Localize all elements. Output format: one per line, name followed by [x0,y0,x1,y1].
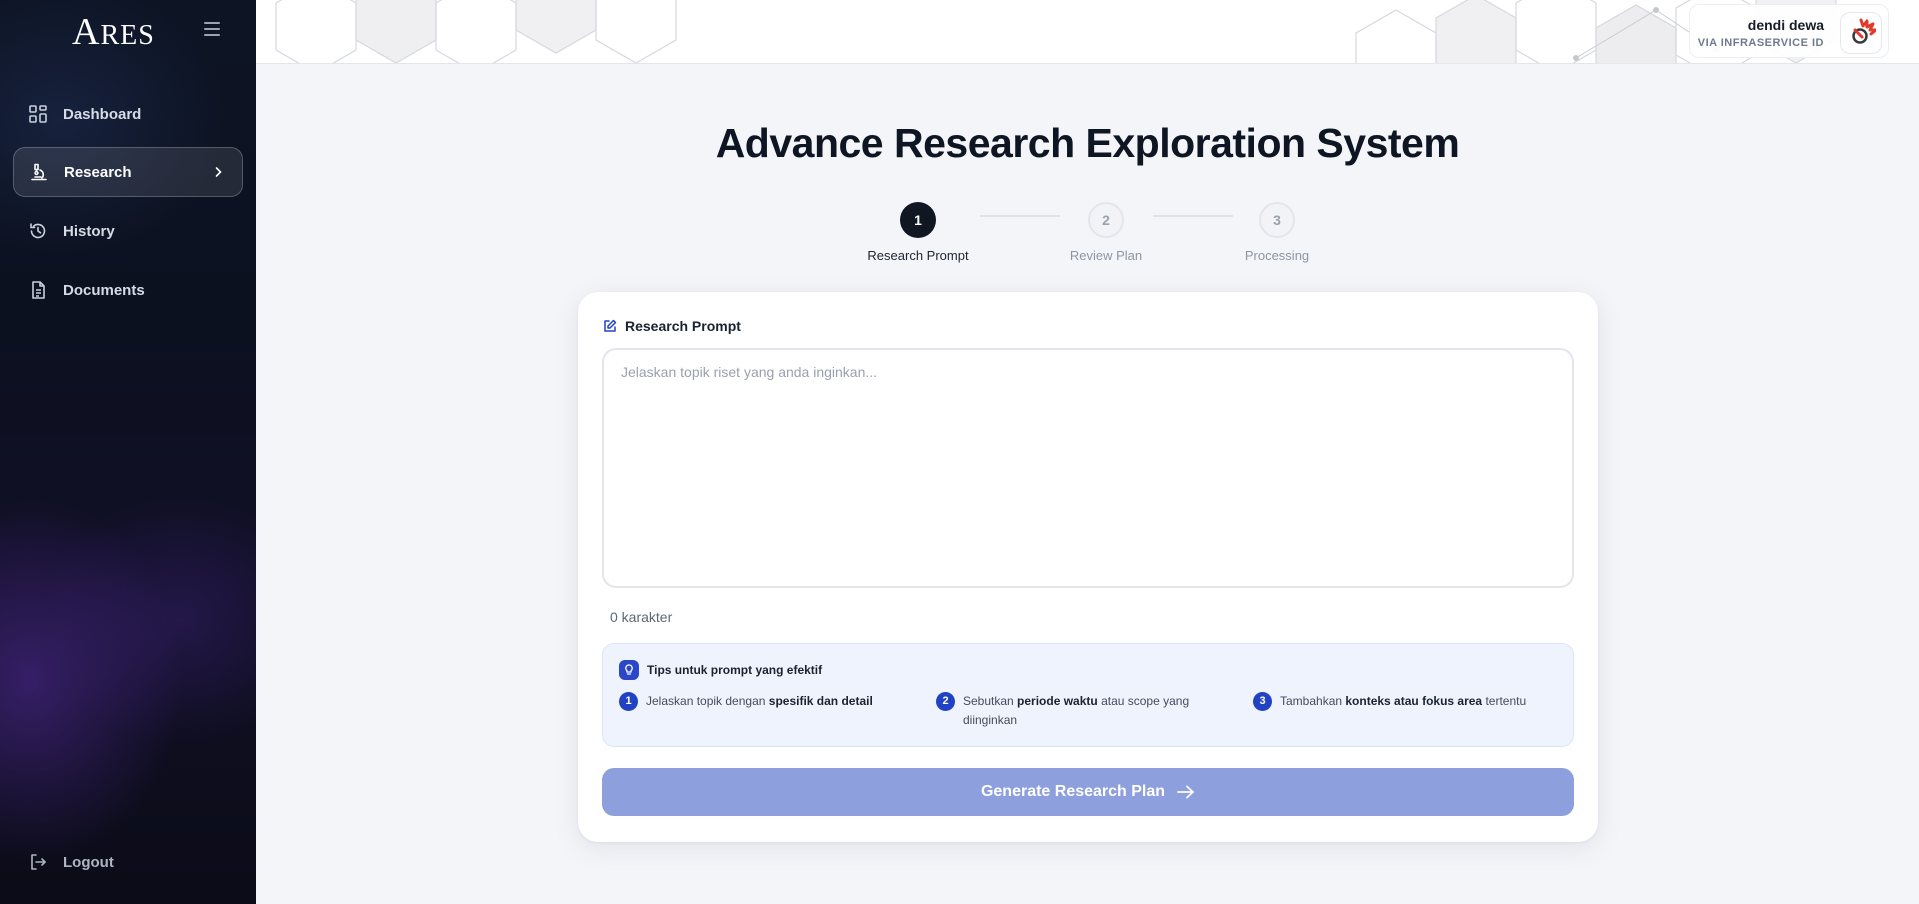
sidebar-item-research[interactable]: Research [13,147,243,197]
tip-number: 3 [1253,692,1272,711]
microscope-icon [31,163,47,181]
logout-button[interactable]: Logout [13,837,243,887]
logout-icon [31,854,46,870]
document-icon [32,281,45,299]
logout-label: Logout [63,853,114,871]
tip-item: 3 Tambahkan konteks atau fokus area tert… [1253,692,1553,711]
research-prompt-input[interactable] [602,348,1574,588]
step-connector [980,215,1060,217]
tip-text: Tambahkan konteks atau fokus area terten… [1280,694,1527,708]
menu-toggle-icon[interactable] [204,22,220,36]
chevron-right-icon [215,167,222,177]
step-3-label: Processing [1244,248,1310,263]
tip-item: 1 Jelaskan topik dengan spesifik dan det… [619,692,919,711]
character-count: 0 karakter [610,609,673,625]
sidebar-item-label: Research [64,163,132,181]
step-2-label: Review Plan [1069,248,1143,263]
step-1-circle: 1 [900,202,936,238]
ares-logo[interactable]: ARES [72,10,155,53]
tip-number: 2 [936,692,955,711]
sidebar: ARES Dashboard Research History Document… [0,0,256,904]
edit-icon [604,319,617,332]
sidebar-item-documents[interactable]: Documents [13,265,243,315]
step-connector [1153,215,1233,217]
page-title: Advance Research Exploration System [715,120,1460,166]
sidebar-item-history[interactable]: History [13,206,243,256]
dashboard-icon [29,105,47,123]
tip-item: 2 Sebutkan periode waktu atau scope yang… [936,692,1216,730]
prompt-label: Research Prompt [603,318,741,334]
user-name: dendi dewa [1747,17,1824,33]
sidebar-item-label: History [63,222,115,240]
sidebar-item-dashboard[interactable]: Dashboard [13,89,243,139]
user-profile-card[interactable]: dendi dewa VIA INFRASERVICE ID [1689,4,1889,58]
sidebar-item-label: Documents [63,281,145,299]
avatar[interactable] [1840,12,1882,54]
step-1-label: Research Prompt [867,248,969,263]
user-organization: VIA INFRASERVICE ID [1697,37,1824,49]
step-3-circle: 3 [1259,202,1295,238]
company-logo-icon [1852,18,1876,44]
prompt-label-text: Research Prompt [625,318,741,334]
tips-header: Tips untuk prompt yang efektif [619,660,822,680]
sidebar-item-label: Dashboard [63,105,142,123]
generate-research-plan-button[interactable]: Generate Research Plan [602,768,1574,816]
hexagon-pattern-background [275,0,1837,63]
logo-first-letter: A [72,11,101,53]
step-2-circle: 2 [1088,202,1124,238]
generate-button-label: Generate Research Plan [980,783,1166,800]
history-icon [30,223,46,239]
tip-text: Sebutkan periode waktu atau scope yang d… [963,694,1190,727]
top-header: dendi dewa VIA INFRASERVICE ID [256,0,1919,64]
tips-panel: Tips untuk prompt yang efektif 1 Jelaska… [602,643,1574,747]
logo-rest-letters: RES [100,20,155,51]
tip-number: 1 [619,692,638,711]
research-prompt-card: Research Prompt 0 karakter Tips untuk pr… [578,292,1598,842]
tip-text: Jelaskan topik dengan spesifik dan detai… [646,694,873,708]
arrow-right-icon [1177,785,1194,799]
tips-title: Tips untuk prompt yang efektif [647,663,823,677]
lightbulb-icon [619,660,639,680]
